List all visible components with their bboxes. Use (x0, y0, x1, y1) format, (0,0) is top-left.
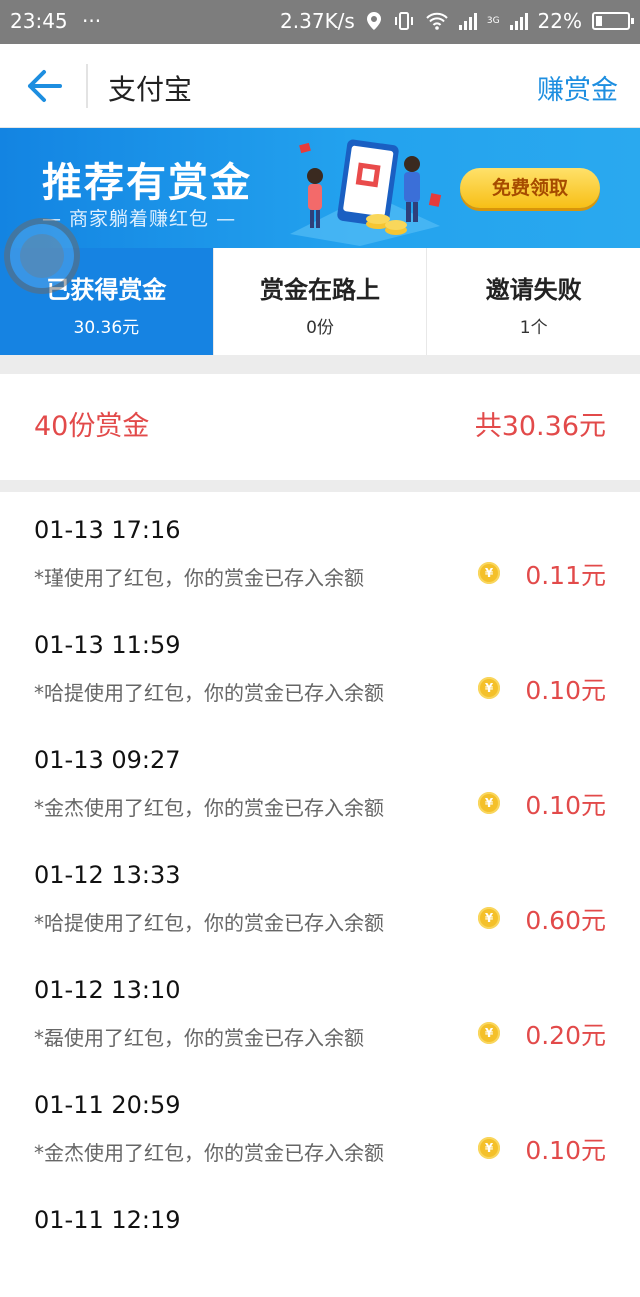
coin-icon: ¥ (478, 562, 500, 584)
list-item[interactable]: 01-12 13:10 *磊使用了红包，你的赏金已存入余额 ¥ 0.20元 (0, 952, 640, 1067)
signal-icon (509, 12, 528, 30)
tab-pending[interactable]: 赏金在路上 0份 (214, 248, 428, 355)
status-time: 23:45 (10, 9, 68, 33)
list-item[interactable]: 01-12 13:33 *哈提使用了红包，你的赏金已存入余额 ¥ 0.60元 (0, 837, 640, 952)
record-time: 01-11 12:19 (34, 1206, 181, 1234)
status-bar: 23:45 ··· 2.37K/s 3G 22% (0, 0, 640, 44)
location-icon (366, 12, 381, 30)
reward-summary: 40份赏金 共30.36元 (0, 374, 640, 480)
nav-bar: 支付宝 赚赏金 (0, 44, 640, 128)
coin-icon: ¥ (478, 1022, 500, 1044)
banner-illustration-icon (290, 139, 442, 246)
reward-count: 40份赏金 (34, 411, 150, 442)
record-time: 01-12 13:33 (34, 861, 181, 889)
reward-total: 共30.36元 (474, 411, 606, 442)
record-time: 01-13 17:16 (34, 516, 181, 544)
list-item[interactable]: 01-13 09:27 *金杰使用了红包，你的赏金已存入余额 ¥ 0.10元 (0, 722, 640, 837)
back-arrow-icon[interactable] (24, 68, 64, 104)
reward-tabs: 已获得赏金 30.36元 赏金在路上 0份 邀请失败 1个 (0, 248, 640, 365)
network-type: 3G (486, 16, 500, 26)
touch-indicator (4, 218, 80, 294)
list-item[interactable]: 01-11 20:59 *金杰使用了红包，你的赏金已存入余额 ¥ 0.10元 (0, 1067, 640, 1182)
list-item[interactable]: 01-13 11:59 *哈提使用了红包，你的赏金已存入余额 ¥ 0.10元 (0, 607, 640, 722)
tab-value: 30.36元 (73, 318, 140, 338)
battery-percent: 22% (537, 9, 582, 33)
banner-title: 推荐有赏金 (42, 160, 252, 206)
status-right: 2.37K/s 3G 22% (280, 9, 634, 33)
record-description: *哈提使用了红包，你的赏金已存入余额 (34, 911, 384, 935)
record-description: *磊使用了红包，你的赏金已存入余额 (34, 1026, 364, 1050)
list-item[interactable]: 01-13 17:16 *瑾使用了红包，你的赏金已存入余额 ¥ 0.11元 (0, 492, 640, 607)
status-dots: ··· (82, 9, 102, 33)
free-claim-button[interactable]: 免费领取 (460, 168, 600, 208)
section-divider (0, 480, 640, 492)
tab-value: 0份 (306, 318, 334, 338)
record-amount: 0.10元 (525, 791, 606, 820)
wifi-icon (426, 12, 448, 30)
coin-icon: ¥ (478, 792, 500, 814)
coin-icon: ¥ (478, 1137, 500, 1159)
record-description: *瑾使用了红包，你的赏金已存入余额 (34, 566, 364, 590)
record-time: 01-13 09:27 (34, 746, 181, 774)
tab-label: 赏金在路上 (260, 276, 380, 304)
earn-reward-link[interactable]: 赚赏金 (537, 68, 618, 107)
record-amount: 0.11元 (525, 561, 606, 590)
record-time: 01-11 20:59 (34, 1091, 181, 1119)
record-time: 01-12 13:10 (34, 976, 181, 1004)
record-amount: 0.10元 (525, 676, 606, 705)
record-amount: 0.60元 (525, 906, 606, 935)
coin-icon: ¥ (478, 907, 500, 929)
record-description: *金杰使用了红包，你的赏金已存入余额 (34, 796, 384, 820)
tab-label: 邀请失败 (485, 276, 582, 304)
coin-icon: ¥ (478, 677, 500, 699)
battery-icon (592, 12, 634, 30)
promo-banner[interactable]: 推荐有赏金 — 商家躺着赚红包 — 免费领取 (0, 128, 640, 248)
nav-divider (86, 64, 88, 108)
network-speed: 2.37K/s (280, 9, 355, 33)
banner-subtitle: — 商家躺着赚红包 — (42, 208, 237, 230)
record-amount: 0.10元 (525, 1136, 606, 1165)
tab-failed[interactable]: 邀请失败 1个 (427, 248, 640, 355)
battery-fill (596, 16, 602, 26)
record-description: *金杰使用了红包，你的赏金已存入余额 (34, 1141, 384, 1165)
record-time: 01-13 11:59 (34, 631, 181, 659)
list-item[interactable]: 01-11 12:19 (0, 1182, 640, 1297)
page-title: 支付宝 (108, 73, 193, 106)
signal-3g-icon (458, 12, 477, 30)
record-description: *哈提使用了红包，你的赏金已存入余额 (34, 681, 384, 705)
record-amount: 0.20元 (525, 1021, 606, 1050)
reward-records-list: 01-13 17:16 *瑾使用了红包，你的赏金已存入余额 ¥ 0.11元 01… (0, 492, 640, 1297)
status-left: 23:45 ··· (10, 9, 101, 33)
vibrate-icon (394, 12, 413, 30)
section-divider (0, 355, 640, 374)
tab-value: 1个 (519, 318, 548, 338)
